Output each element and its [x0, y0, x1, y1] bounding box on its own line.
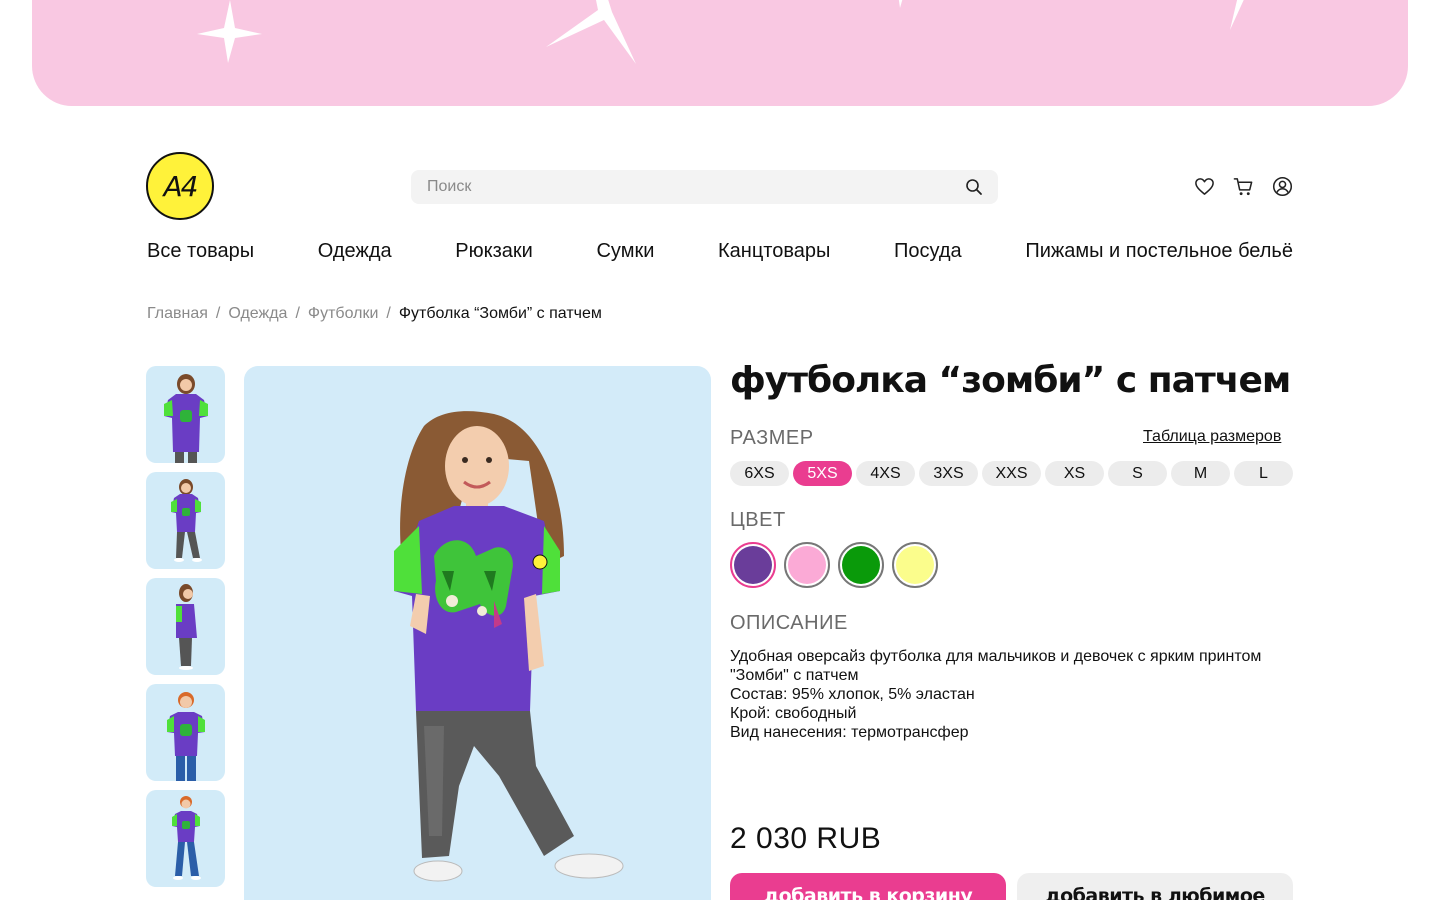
user-icon[interactable]: [1272, 176, 1293, 197]
add-to-cart-button[interactable]: добавить в корзину: [730, 873, 1006, 900]
breadcrumb-separator: /: [215, 305, 221, 322]
description-label: ОПИСАНИЕ: [730, 612, 848, 634]
breadcrumb-current: Футболка “Зомби” с патчем: [398, 305, 602, 322]
search-bar[interactable]: [411, 170, 998, 204]
product-thumbnail[interactable]: [146, 366, 225, 463]
breadcrumb-link-tshirts[interactable]: Футболки: [308, 305, 378, 323]
breadcrumb-separator: /: [386, 305, 391, 322]
logo-text: A4: [163, 169, 199, 203]
size-option-s[interactable]: S: [1108, 461, 1167, 486]
product-thumbnail[interactable]: [146, 790, 225, 887]
nav-item-tableware[interactable]: Посуда: [894, 240, 962, 263]
nav-item-stationery[interactable]: Канцтовары: [718, 240, 830, 263]
search-icon[interactable]: [964, 177, 984, 197]
header-actions: [1194, 176, 1293, 197]
product-title: футболка “зомби” с патчем: [730, 360, 1291, 401]
color-label: ЦВЕТ: [730, 509, 786, 531]
nav-item-backpacks[interactable]: Рюкзаки: [455, 240, 533, 263]
thumbnail-image-front: [164, 374, 208, 463]
heart-icon[interactable]: [1194, 176, 1215, 197]
product-price: 2 030 RUB: [730, 822, 882, 855]
size-option-4xs[interactable]: 4XS: [856, 461, 915, 486]
nav-item-all-products[interactable]: Все товары: [147, 240, 254, 263]
breadcrumb-link-clothing[interactable]: Одежда: [228, 305, 287, 323]
color-swatch-green[interactable]: [838, 542, 884, 588]
color-swatch-yellow[interactable]: [892, 542, 938, 588]
size-selector: 6XS 5XS 4XS 3XS XXS XS S M L: [730, 461, 1293, 486]
color-swatch-pink[interactable]: [784, 542, 830, 588]
product-thumbnail[interactable]: [146, 684, 225, 781]
size-option-6xs[interactable]: 6XS: [730, 461, 789, 486]
nav-item-pajamas-bedding[interactable]: Пижамы и постельное бельё: [1025, 240, 1293, 263]
description-line: Вид нанесения: термотрансфер: [730, 724, 969, 741]
thumbnail-image-full: [171, 479, 202, 562]
breadcrumb-separator: /: [295, 305, 300, 322]
product-thumbnails: [146, 366, 226, 887]
size-label: РАЗМЕР: [730, 427, 814, 449]
color-selector: [730, 542, 938, 588]
add-to-favorites-button[interactable]: добавить в любимое: [1017, 873, 1293, 900]
product-thumbnail[interactable]: [146, 472, 225, 569]
product-description: Удобная оверсайз футболка для мальчиков …: [730, 647, 1290, 742]
main-nav: Все товары Одежда Рюкзаки Сумки Канцтова…: [147, 240, 1293, 263]
nav-item-bags[interactable]: Сумки: [596, 240, 654, 263]
size-table-link[interactable]: Таблица размеров: [1143, 428, 1281, 446]
cart-icon[interactable]: [1233, 176, 1254, 197]
size-option-3xs[interactable]: 3XS: [919, 461, 978, 486]
thumbnail-image-side: [176, 584, 197, 670]
search-input[interactable]: [427, 178, 964, 196]
description-line: Состав: 95% хлопок, 5% эластан: [730, 686, 975, 703]
size-option-l[interactable]: L: [1234, 461, 1293, 486]
thumbnail-image-boy: [167, 692, 205, 781]
size-option-m[interactable]: M: [1171, 461, 1230, 486]
breadcrumb: Главная / Одежда / Футболки / Футболка “…: [147, 305, 602, 323]
product-photo: [394, 411, 624, 882]
description-line: Крой: свободный: [730, 705, 857, 722]
breadcrumb-link-home[interactable]: Главная: [147, 305, 208, 323]
size-option-5xs[interactable]: 5XS: [793, 461, 852, 486]
size-option-xxs[interactable]: XXS: [982, 461, 1041, 486]
product-main-image[interactable]: [244, 366, 711, 900]
nav-item-clothing[interactable]: Одежда: [318, 240, 392, 263]
promo-banner[interactable]: [32, 0, 1408, 106]
color-swatch-purple[interactable]: [730, 542, 776, 588]
brand-logo[interactable]: A4: [146, 152, 214, 220]
thumbnail-image-boy-full: [172, 796, 201, 880]
product-thumbnail[interactable]: [146, 578, 225, 675]
size-option-xs[interactable]: XS: [1045, 461, 1104, 486]
sparkles-decoration: [197, 0, 1244, 64]
description-line: Удобная оверсайз футболка для мальчиков …: [730, 648, 1262, 684]
